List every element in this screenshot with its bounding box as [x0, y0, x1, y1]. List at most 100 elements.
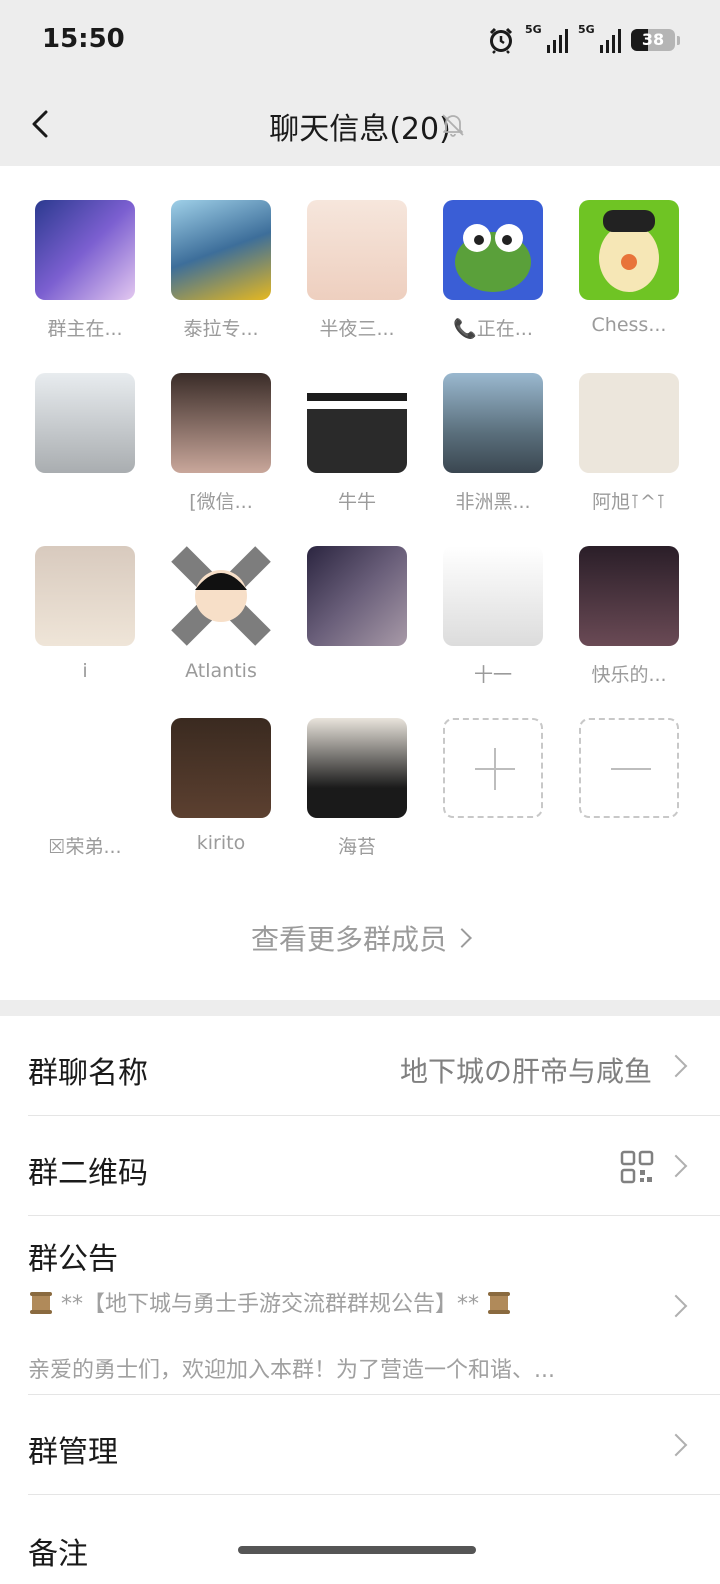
member-item[interactable]: 快乐的... [561, 546, 697, 686]
chevron-right-icon [452, 928, 472, 948]
signal-icon: 5G [525, 23, 568, 53]
avatar[interactable] [35, 718, 135, 818]
avatar[interactable] [443, 200, 543, 300]
member-item[interactable]: [微信... [153, 373, 289, 513]
member-name: 牛牛 [337, 491, 376, 513]
announcement-title: **【地下城与勇士手游交流群群规公告】** [28, 1286, 512, 1318]
minus-icon [611, 768, 651, 770]
add-member-tile[interactable] [443, 718, 543, 818]
member-name: 群主在... [47, 318, 123, 340]
group-name-label: 群聊名称 [28, 1056, 148, 1091]
scroll-icon [488, 1292, 511, 1314]
member-name: 非洲黑... [455, 491, 531, 513]
qr-code-icon [620, 1150, 654, 1184]
member-item[interactable]: Chess... [561, 200, 697, 340]
member-item[interactable]: Atlantis [153, 546, 289, 686]
member-name: 十一 [473, 664, 512, 686]
remark-row[interactable]: 备注 [0, 1495, 720, 1584]
avatar[interactable] [35, 200, 135, 300]
view-more-members-link[interactable]: 查看更多群成员 [0, 918, 720, 958]
group-manage-row[interactable]: 群管理 [0, 1395, 720, 1495]
member-item[interactable]: 泰拉专... [153, 200, 289, 340]
group-name-value: 地下城の肝帝与咸鱼 [399, 1055, 652, 1088]
avatar-illustration [171, 546, 271, 646]
chevron-right-icon [664, 1054, 688, 1078]
member-item[interactable]: 📞正在... [425, 200, 561, 340]
avatar[interactable] [579, 546, 679, 646]
member-name: 半夜三... [319, 318, 395, 340]
signal-icon-2: 5G [578, 23, 621, 53]
battery-icon: 38 [631, 29, 675, 51]
add-member-button[interactable] [425, 718, 561, 818]
avatar[interactable] [171, 546, 271, 646]
settings-card: 群聊名称 地下城の肝帝与咸鱼 群二维码 群公告 **【地下城与勇士手游交流群群规… [0, 1016, 720, 1584]
avatar[interactable] [35, 373, 135, 473]
avatar[interactable] [171, 373, 271, 473]
avatar-illustration [455, 224, 531, 292]
avatar[interactable] [307, 718, 407, 818]
status-time: 15:50 [42, 24, 125, 54]
member-name: 阿旭⊺^⊺ [592, 491, 666, 513]
member-item[interactable]: 群主在... [17, 200, 153, 340]
member-item[interactable]: i [17, 546, 153, 686]
member-item[interactable]: 牛牛 [289, 373, 425, 513]
member-name: kirito [196, 832, 246, 854]
members-card: 群主在... 泰拉专... 半夜三... 📞正在... Chess... [微信... 牛牛… [0, 166, 720, 1000]
member-name: [微信... [189, 491, 253, 513]
nav-bar: 聊天信息(20) [0, 84, 720, 166]
battery-cap [677, 35, 680, 45]
remove-member-button[interactable] [561, 718, 697, 818]
member-name [17, 487, 153, 513]
avatar[interactable] [579, 373, 679, 473]
chevron-right-icon [664, 1294, 688, 1318]
page-title: 聊天信息(20) [269, 112, 451, 147]
announcement-preview: 亲爱的勇士们，欢迎加入本群！为了营造一个和谐、... [28, 1358, 555, 1383]
chat-info-page: 15:50 5G 5G 38 聊天信息(20) 群主在... 泰拉专... 半夜… [0, 0, 720, 1584]
member-item[interactable]: ☒荣弟... [17, 718, 153, 858]
view-more-label: 查看更多群成员 [250, 923, 447, 956]
avatar[interactable] [171, 718, 271, 818]
member-item[interactable]: 海苔 [289, 718, 425, 858]
member-item[interactable]: 半夜三... [289, 200, 425, 340]
status-bar: 15:50 5G 5G 38 [0, 0, 720, 84]
remark-label: 备注 [28, 1537, 88, 1572]
member-name: 📞正在... [453, 318, 533, 340]
announcement-title-text: **【地下城与勇士手游交流群群规公告】** [61, 1292, 480, 1317]
announcement-label: 群公告 [28, 1242, 118, 1277]
member-item[interactable] [289, 546, 425, 686]
status-icons: 5G 5G 38 [487, 23, 680, 54]
avatar[interactable] [307, 546, 407, 646]
member-item[interactable]: 非洲黑... [425, 373, 561, 513]
member-name: i [82, 660, 88, 682]
member-item[interactable]: 阿旭⊺^⊺ [561, 373, 697, 513]
avatar[interactable] [579, 200, 679, 300]
member-name [289, 660, 425, 686]
avatar[interactable] [443, 373, 543, 473]
avatar[interactable] [443, 546, 543, 646]
network-type-2: 5G [578, 23, 595, 36]
plus-icon-stroke [494, 748, 496, 790]
group-name-row[interactable]: 群聊名称 地下城の肝帝与咸鱼 [0, 1016, 720, 1116]
qr-code-row[interactable]: 群二维码 [0, 1116, 720, 1216]
chevron-right-icon [664, 1154, 688, 1178]
member-item[interactable]: 十一 [425, 546, 561, 686]
announcement-row[interactable]: 群公告 **【地下城与勇士手游交流群群规公告】** 亲爱的勇士们，欢迎加入本群！… [0, 1216, 720, 1394]
alarm-icon [489, 27, 513, 54]
avatar[interactable] [307, 373, 407, 473]
avatar-illustration [599, 210, 659, 292]
avatar[interactable] [307, 200, 407, 300]
member-name: 快乐的... [591, 664, 667, 686]
home-indicator [238, 1546, 476, 1554]
qr-code-label: 群二维码 [28, 1156, 148, 1191]
bell-off-icon [442, 114, 464, 137]
avatar[interactable] [35, 546, 135, 646]
remove-member-tile[interactable] [579, 718, 679, 818]
member-item[interactable] [17, 373, 153, 513]
avatar[interactable] [171, 200, 271, 300]
chevron-right-icon [664, 1433, 688, 1457]
scroll-icon [30, 1292, 52, 1314]
member-item[interactable]: kirito [153, 718, 289, 858]
member-name: Chess... [591, 314, 667, 336]
member-name: ☒荣弟... [48, 836, 122, 858]
group-manage-label: 群管理 [28, 1435, 118, 1470]
